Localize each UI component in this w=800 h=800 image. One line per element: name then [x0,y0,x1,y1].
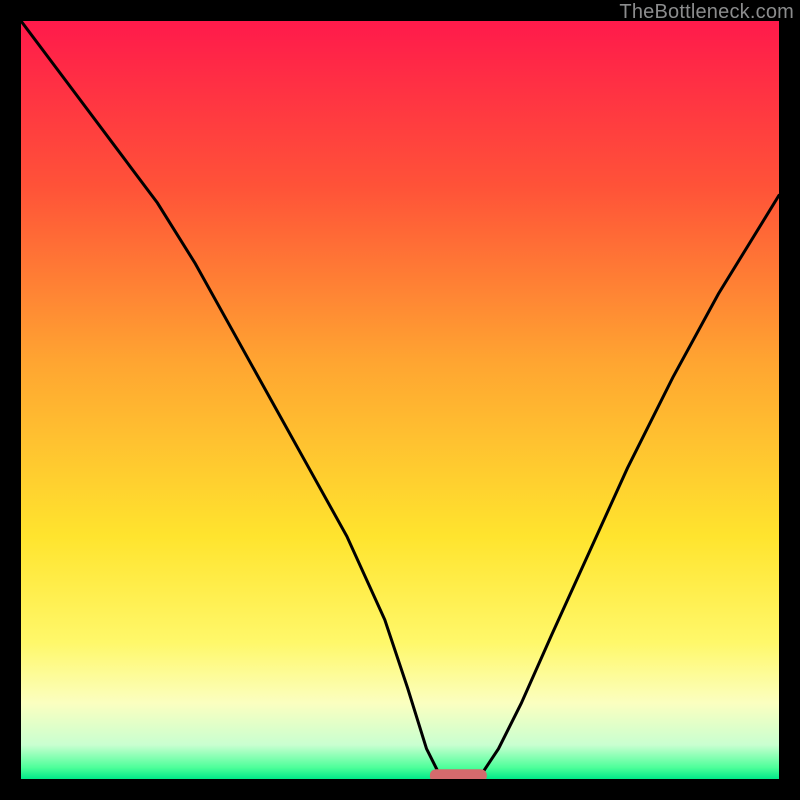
chart-frame [21,21,779,779]
bottleneck-chart [21,21,779,779]
optimal-range-marker [430,769,487,779]
watermark-text: TheBottleneck.com [619,1,794,24]
